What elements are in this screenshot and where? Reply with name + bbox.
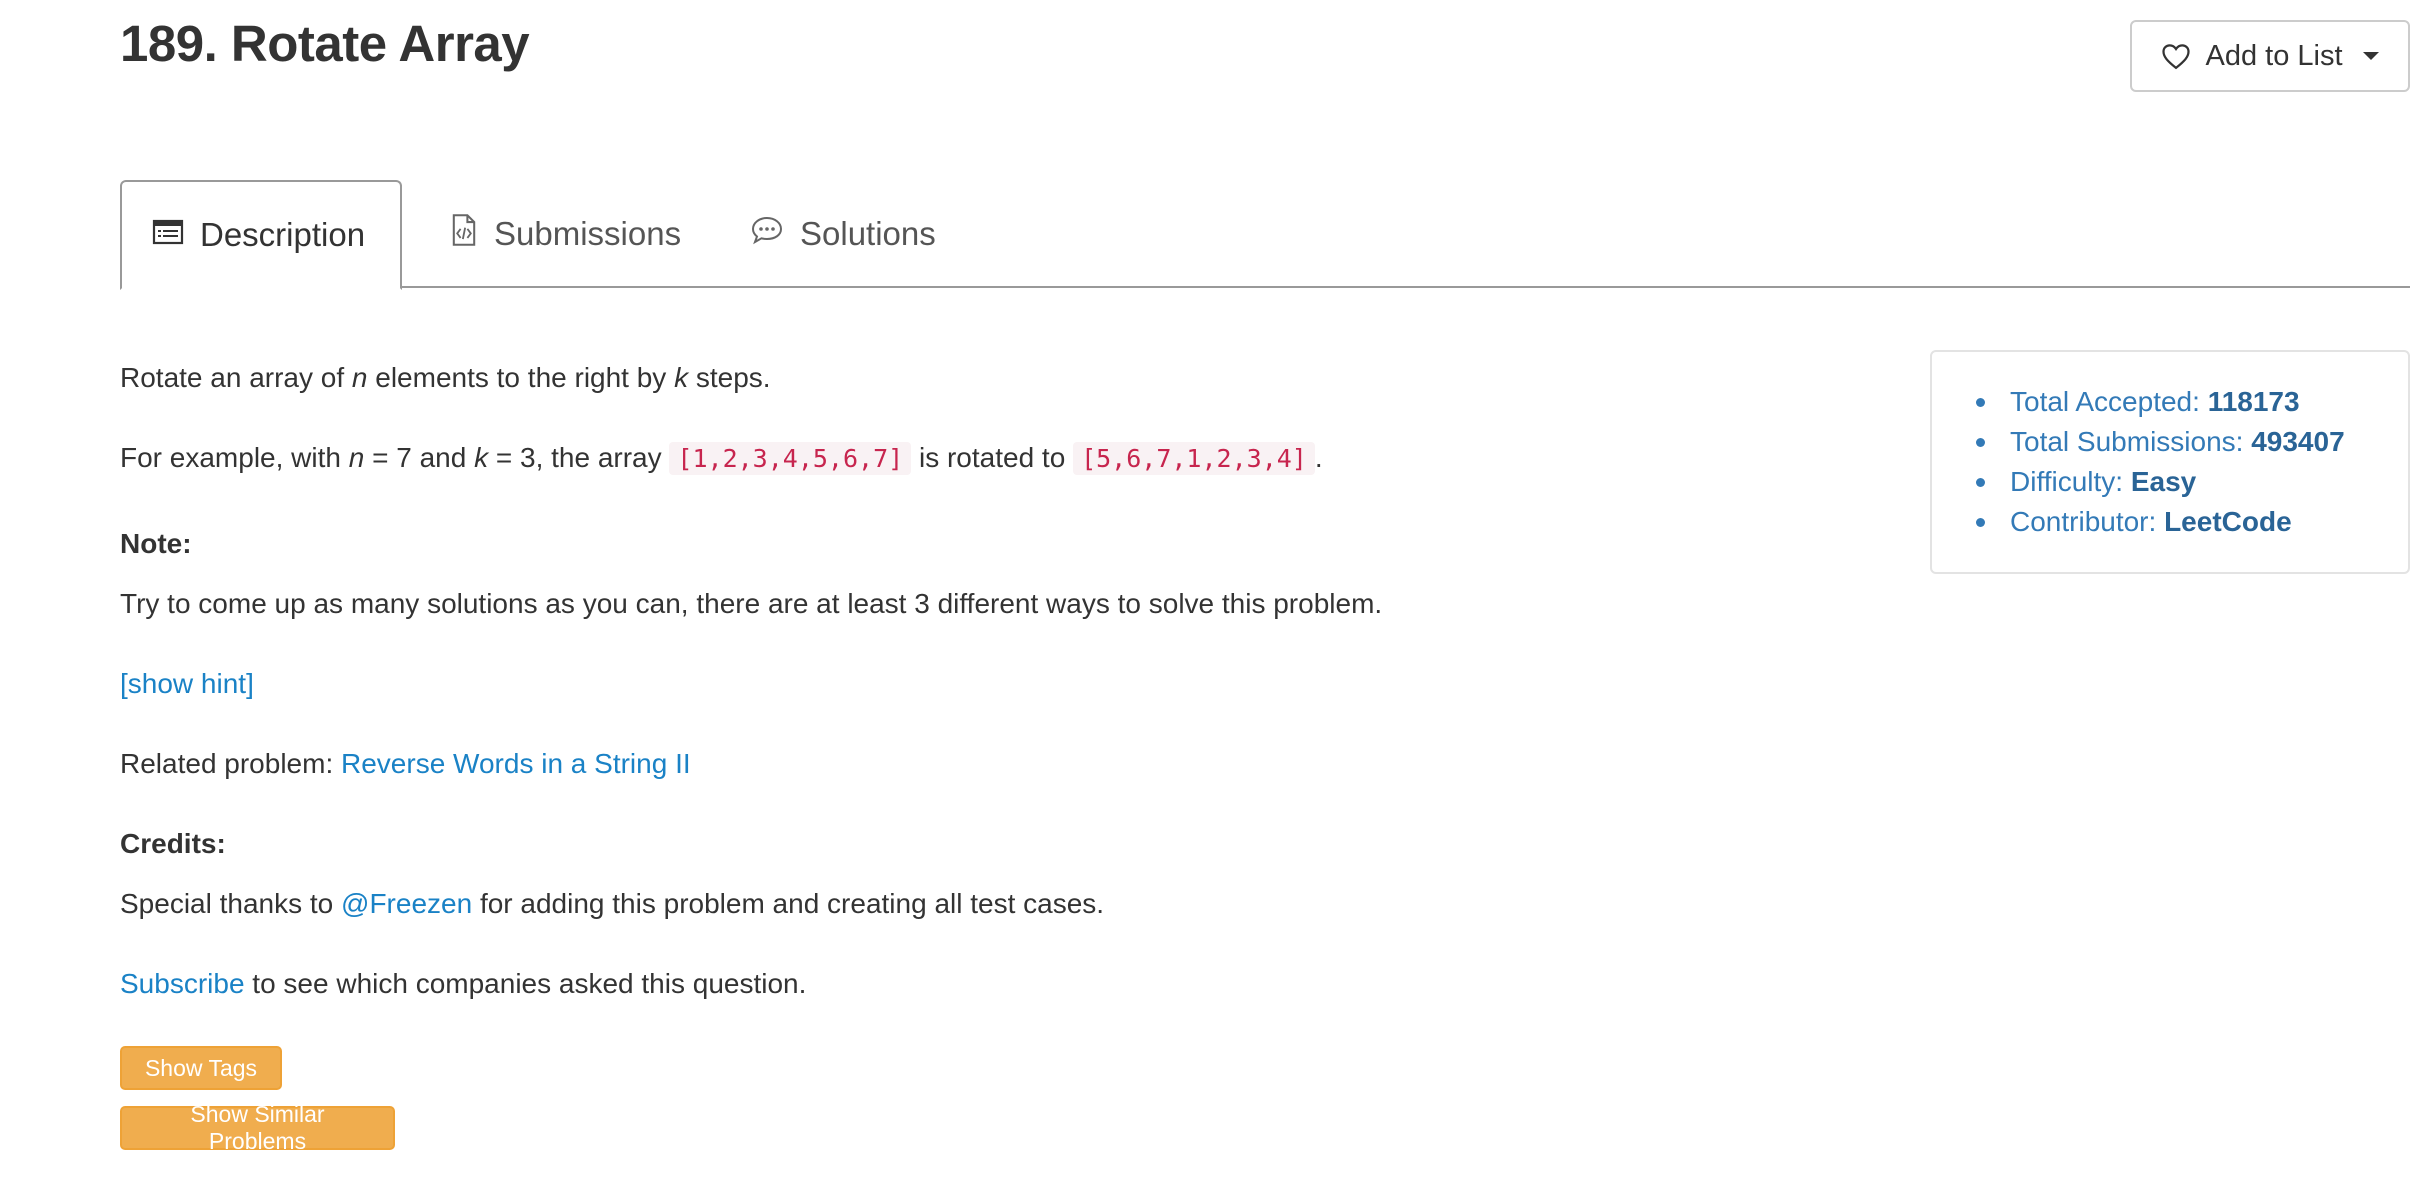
example-text: = 7 and <box>364 442 475 473</box>
tab-submissions-label: Submissions <box>494 215 682 252</box>
show-similar-problems-button[interactable]: Show Similar Problems <box>120 1101 395 1154</box>
contributor-link[interactable]: @Freezen <box>341 888 472 919</box>
stat-value: LeetCode <box>2164 506 2292 537</box>
related-problem: Related problem: Reverse Words in a Stri… <box>120 742 691 786</box>
tab-description[interactable]: Description <box>120 180 402 290</box>
tab-solutions-label: Solutions <box>800 215 936 252</box>
page-title: 189. Rotate Array <box>120 15 530 72</box>
intro-text: elements to the right by <box>367 362 675 393</box>
stat-value: 493407 <box>2251 426 2345 457</box>
tab-description-label: Description <box>200 216 366 253</box>
credits-post: for adding this problem and creating all… <box>472 888 1105 919</box>
stat-value: Easy <box>2130 466 2197 497</box>
tab-submissions[interactable]: Submissions <box>420 180 711 288</box>
example-paragraph: For example, with n = 7 and k = 3, the a… <box>120 436 1323 481</box>
show-hint-link[interactable]: [show hint] <box>120 668 254 699</box>
related-label: Related problem: <box>120 748 342 779</box>
example-text: For example, with <box>120 442 349 473</box>
example-text: is rotated to <box>911 442 1074 473</box>
stat-label: Contributor: <box>2010 506 2165 537</box>
stat-value: 118173 <box>2207 386 2300 417</box>
stat-label: Difficulty: <box>2010 466 2131 497</box>
tab-bar: Description Submissions Solutions <box>120 180 2410 290</box>
stats-panel: Total Accepted: 118173 Total Submissions… <box>1930 350 2410 574</box>
tab-solutions[interactable]: Solutions <box>720 180 966 288</box>
stats-list: Total Accepted: 118173 Total Submissions… <box>1974 382 2345 542</box>
stat-label: Total Accepted: <box>2010 386 2208 417</box>
list-icon <box>152 216 184 254</box>
example-text: . <box>1314 442 1323 473</box>
stat-contributor: Contributor: LeetCode <box>1974 502 2345 542</box>
caret-down-icon <box>2362 52 2379 60</box>
example-input-code: [1,2,3,4,5,6,7] <box>669 442 912 475</box>
example-output-code: [5,6,7,1,2,3,4] <box>1073 442 1315 475</box>
stat-label: Total Submissions: <box>2010 426 2252 457</box>
intro-text: Rotate an array of <box>120 362 352 393</box>
credits-heading: Credits: <box>120 828 226 859</box>
var-k: k <box>674 362 689 393</box>
heart-icon <box>2161 42 2191 70</box>
related-problem-link[interactable]: Reverse Words in a String II <box>341 748 691 779</box>
subscribe-post: to see which companies asked this questi… <box>244 968 807 999</box>
example-text: = 3, the array <box>488 442 670 473</box>
stat-difficulty: Difficulty: Easy <box>1974 462 2345 502</box>
chat-bubble-icon <box>750 215 784 253</box>
add-to-list-label: Add to List <box>2205 39 2343 72</box>
var-n: n <box>348 442 365 473</box>
stat-submissions: Total Submissions: 493407 <box>1974 422 2345 462</box>
note-text: Try to come up as many solutions as you … <box>120 588 1383 619</box>
subscribe-link[interactable]: Subscribe <box>120 968 245 999</box>
show-tags-button[interactable]: Show Tags <box>120 1046 282 1090</box>
var-k: k <box>474 442 489 473</box>
stat-accepted: Total Accepted: 118173 <box>1974 382 2345 422</box>
credits-text: Special thanks to @Freezen for adding th… <box>120 882 1104 926</box>
code-file-icon <box>450 213 478 255</box>
credits-pre: Special thanks to <box>120 888 342 919</box>
subscribe-text: Subscribe to see which companies asked t… <box>120 962 806 1006</box>
var-n: n <box>351 362 368 393</box>
add-to-list-button[interactable]: Add to List <box>2130 20 2410 92</box>
intro-text: steps. <box>688 362 771 393</box>
note-heading: Note: <box>120 528 192 559</box>
intro-paragraph: Rotate an array of n elements to the rig… <box>120 356 771 400</box>
